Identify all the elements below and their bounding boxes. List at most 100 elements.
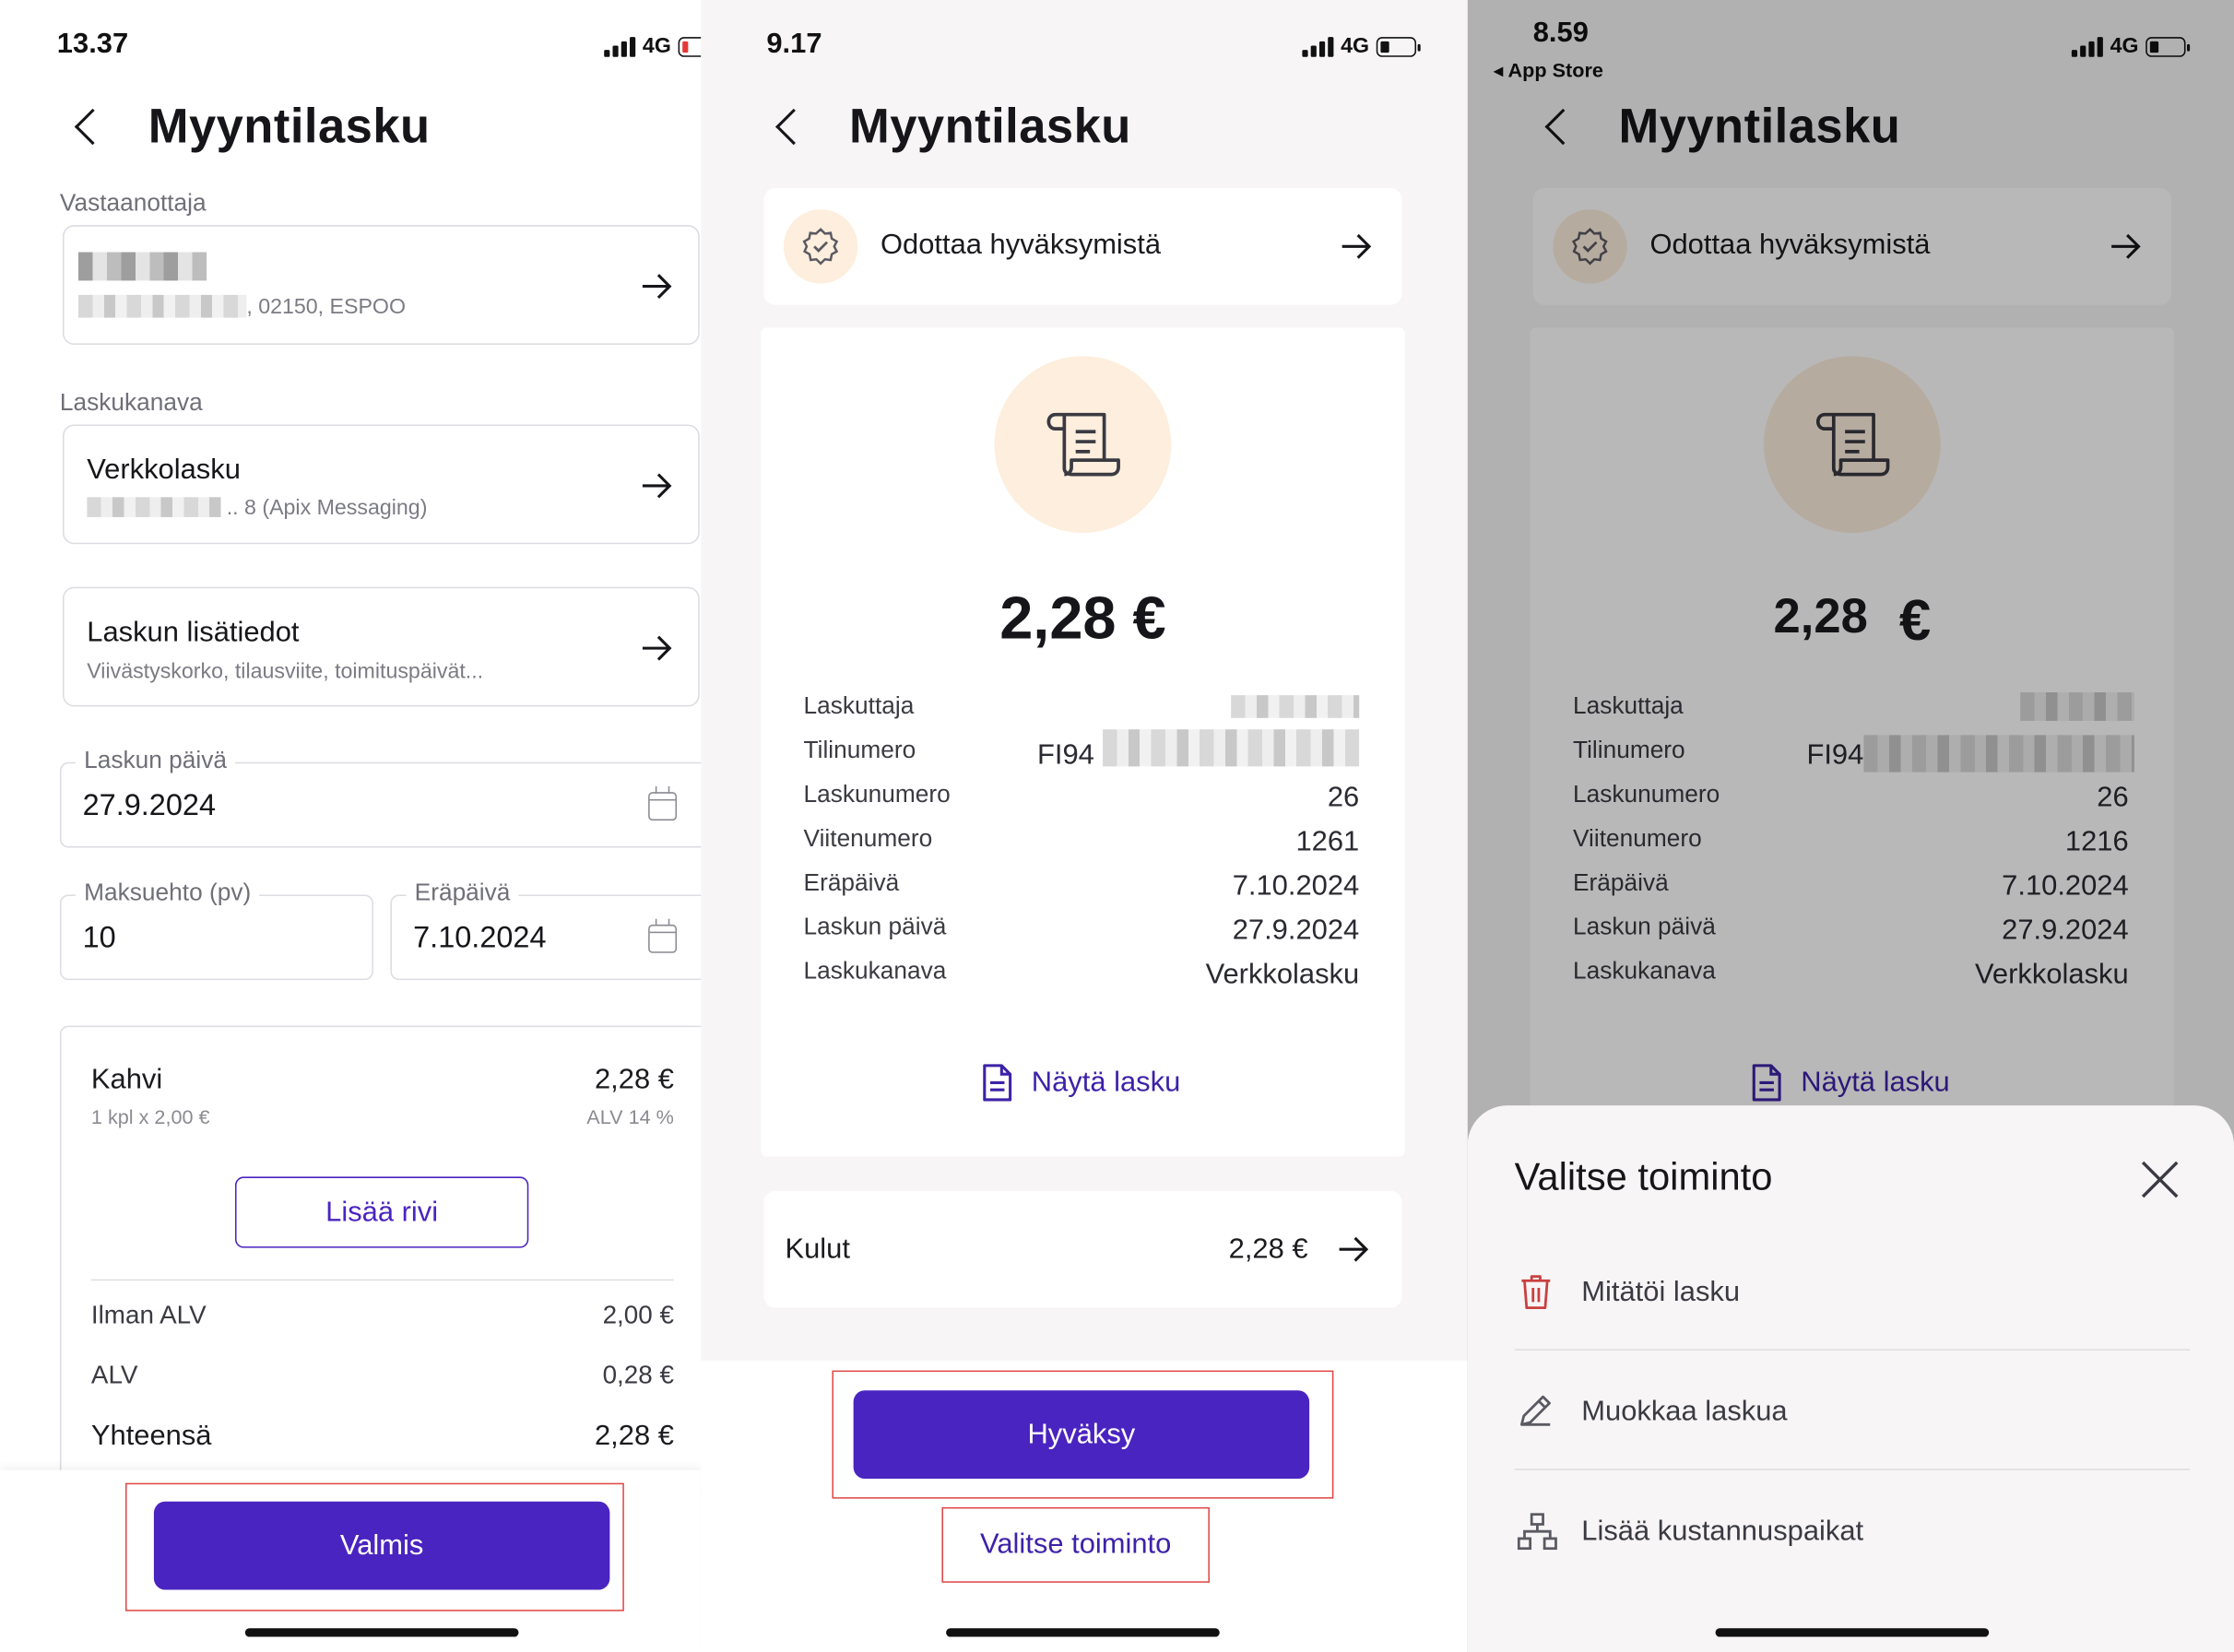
due-date-value: 7.10.2024 <box>413 921 547 955</box>
line-item-total: 2,28 € <box>594 1064 674 1096</box>
home-indicator <box>1715 1628 1990 1637</box>
detail-label: Eräpäivä <box>803 868 900 896</box>
payment-terms-value: 10 <box>82 921 116 955</box>
calendar-icon[interactable] <box>648 786 678 821</box>
signal-icon <box>1302 36 1334 57</box>
divider <box>1514 1349 2191 1351</box>
trash-icon <box>1521 1275 1551 1309</box>
arrow-right-icon <box>1339 1236 1369 1262</box>
line-items-card: Kahvi 1 kpl x 2,00 € 2,28 € ALV 14 % Lis… <box>59 1025 702 1496</box>
redacted-name <box>77 252 207 281</box>
extra-info-title: Laskun lisätiedot <box>87 617 300 649</box>
approval-status-label: Odottaa hyväksymistä <box>880 229 1162 261</box>
detail-label: Laskukanava <box>803 957 947 985</box>
status-indicators: 4G <box>1302 34 1421 59</box>
detail-label: Laskun päivä <box>803 913 947 940</box>
divider <box>1514 1469 2191 1471</box>
back-arrow-icon[interactable] <box>74 108 112 146</box>
battery-icon <box>1376 36 1421 57</box>
detail-label: Laskuttaja <box>803 692 915 720</box>
payment-terms-field[interactable]: Maksuehto (pv) 10 <box>59 879 373 981</box>
line-item-name: Kahvi <box>90 1064 163 1096</box>
menu-item-add-cost-centers[interactable]: Lisää kustannuspaikat <box>1515 1504 2190 1575</box>
menu-item-void-invoice[interactable]: Mitätöi lasku <box>1515 1265 2190 1336</box>
add-row-button[interactable]: Lisää rivi <box>234 1176 529 1248</box>
due-date-label: Eräpäivä <box>406 879 519 908</box>
badge-check-icon <box>783 209 858 284</box>
arrow-right-icon <box>642 473 672 499</box>
channel-card[interactable]: Verkkolasku .. 8 (Apix Messaging) <box>62 424 700 545</box>
detail-value: FI94 <box>1036 739 1094 772</box>
extra-info-subtitle: Viivästyskorko, tilausviite, toimituspäi… <box>87 659 484 684</box>
hierarchy-icon <box>1517 1513 1557 1551</box>
close-icon[interactable] <box>2140 1160 2180 1199</box>
detail-label: Laskunumero <box>803 780 951 808</box>
redacted-operator-id <box>87 497 221 517</box>
line-item-qty: 1 kpl x 2,00 € <box>90 1105 210 1128</box>
menu-item-label: Mitätöi lasku <box>1581 1276 1741 1308</box>
detail-value: 1261 <box>1295 826 1360 858</box>
payment-terms-label: Maksuehto (pv) <box>75 879 260 908</box>
document-icon <box>983 1064 1012 1102</box>
detail-value: Verkkolasku <box>1205 958 1360 990</box>
action-sheet: Valitse toiminto Mitätöi lasku Muokkaa l… <box>1467 1105 2234 1652</box>
channel-detail: .. 8 (Apix Messaging) <box>226 495 428 521</box>
redacted-street <box>77 294 247 318</box>
costs-card[interactable]: Kulut 2,28 € <box>763 1190 1402 1308</box>
page-title: Myyntilasku <box>848 100 1131 154</box>
battery-icon <box>678 36 702 57</box>
line-item-vat: ALV 14 % <box>586 1105 674 1128</box>
network-label: 4G <box>1341 34 1370 59</box>
redacted-biller <box>1231 695 1360 718</box>
action-sheet-screen: 8.59 ◂ App Store 4G Myyntilasku Odottaa … <box>1467 0 2234 1652</box>
total-value: 0,28 € <box>602 1360 674 1389</box>
divider <box>90 1279 674 1281</box>
back-arrow-icon[interactable] <box>775 108 812 146</box>
invoice-date-label: Laskun päivä <box>75 746 236 775</box>
status-indicators: 4G <box>604 34 702 59</box>
invoice-date-field[interactable]: Laskun päivä 27.9.2024 <box>59 746 702 848</box>
total-label: Yhteensä <box>90 1420 212 1452</box>
detail-value: 27.9.2024 <box>1232 914 1360 947</box>
pencil-icon <box>1519 1395 1551 1426</box>
arrow-right-icon <box>642 274 672 300</box>
recipient-card[interactable]: , 02150, ESPOO <box>62 225 700 345</box>
redacted-iban <box>1103 729 1360 767</box>
screenshot-collage: 13.37 4G Myyntilasku Vastaanottaja , 021… <box>0 0 2234 1652</box>
detail-value: 26 <box>1327 782 1360 814</box>
costs-value: 2,28 € <box>1228 1233 1308 1266</box>
menu-item-label: Lisää kustannuspaikat <box>1581 1516 1864 1548</box>
menu-item-label: Muokkaa laskua <box>1581 1396 1788 1428</box>
arrow-right-icon <box>642 635 672 661</box>
home-indicator <box>244 1628 519 1637</box>
signal-icon <box>604 36 636 57</box>
calendar-icon[interactable] <box>648 918 678 953</box>
extra-info-card[interactable]: Laskun lisätiedot Viivästyskorko, tilaus… <box>62 586 700 707</box>
approval-status-card[interactable]: Odottaa hyväksymistä <box>763 187 1402 305</box>
total-value: 2,00 € <box>602 1300 674 1329</box>
choose-action-button[interactable]: Valitse toiminto <box>941 1507 1210 1583</box>
invoice-amount: 2,28 € <box>999 584 1166 652</box>
action-sheet-title: Valitse toiminto <box>1514 1155 1773 1198</box>
channel-name: Verkkolasku <box>87 454 241 486</box>
done-button[interactable]: Valmis <box>153 1501 610 1590</box>
page-title: Myyntilasku <box>148 100 431 154</box>
menu-item-edit-invoice[interactable]: Muokkaa laskua <box>1515 1385 2190 1456</box>
receipt-scroll-icon <box>994 356 1172 533</box>
status-time: 9.17 <box>766 28 822 60</box>
due-date-field[interactable]: Eräpäivä 7.10.2024 <box>390 879 702 981</box>
approve-button[interactable]: Hyväksy <box>853 1390 1310 1480</box>
recipient-address: , 02150, ESPOO <box>246 294 407 320</box>
total-value: 2,28 € <box>594 1420 674 1452</box>
detail-value: 7.10.2024 <box>1232 870 1360 903</box>
detail-label: Tilinumero <box>803 736 916 764</box>
invoice-approval-screen: 9.17 4G Myyntilasku Odottaa hyväksymistä… <box>701 0 1468 1652</box>
invoice-date-value: 27.9.2024 <box>82 789 217 822</box>
show-invoice-link[interactable]: Näytä lasku <box>980 1063 1180 1103</box>
network-label: 4G <box>642 34 671 59</box>
costs-label: Kulut <box>785 1233 850 1266</box>
recipient-label: Vastaanottaja <box>59 189 207 217</box>
detail-label: Viitenumero <box>803 824 933 853</box>
total-label: ALV <box>90 1360 138 1389</box>
total-label: Ilman ALV <box>90 1300 207 1329</box>
